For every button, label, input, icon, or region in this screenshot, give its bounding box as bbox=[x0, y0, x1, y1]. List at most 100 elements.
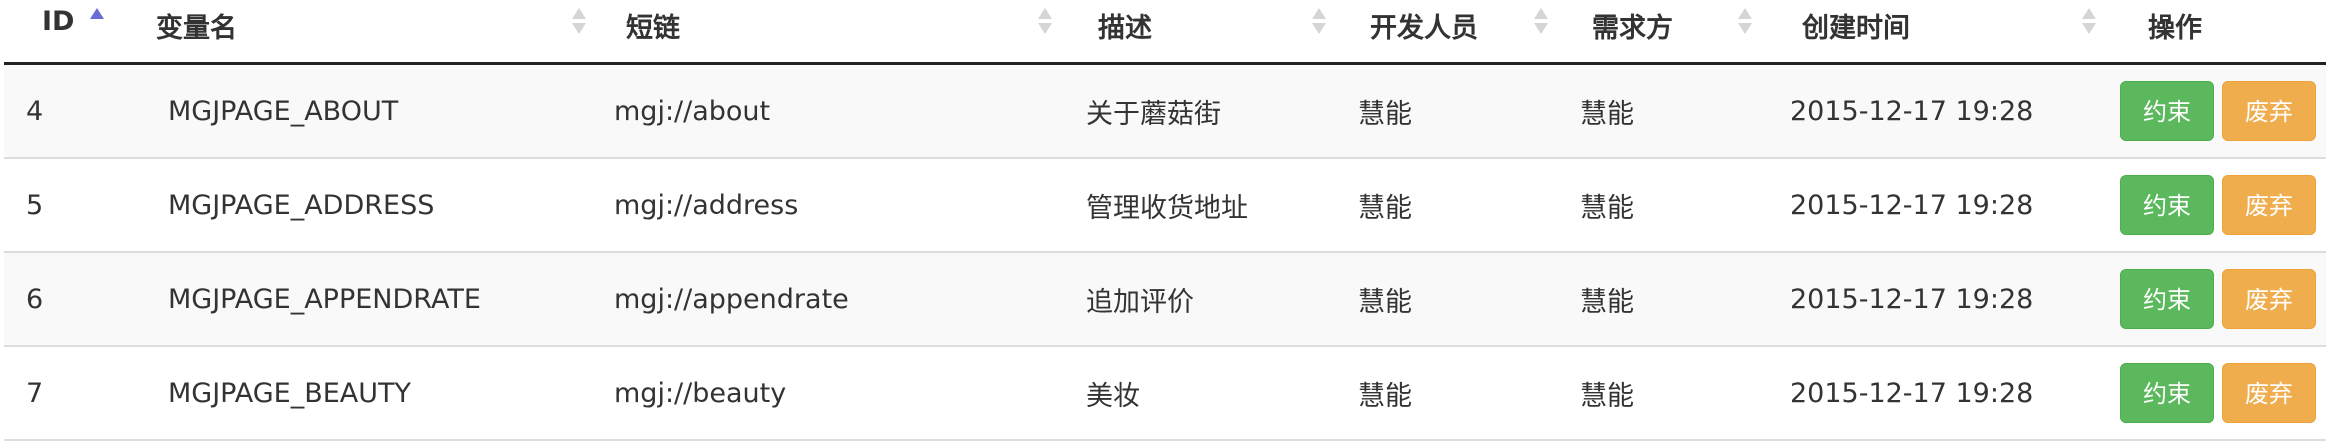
cell-short-link: mgj://about bbox=[604, 63, 1076, 159]
cell-requester: 慧能 bbox=[1570, 252, 1780, 347]
cell-text: MGJPAGE_ADDRESS bbox=[168, 189, 435, 221]
cell-description: 追加评价 bbox=[1076, 252, 1348, 347]
sort-icon[interactable] bbox=[572, 4, 586, 40]
cell-created-time: 2015-12-17 19:28 bbox=[1780, 158, 2114, 253]
cell-id: 7 bbox=[4, 346, 134, 441]
cell-text: mgj://beauty bbox=[614, 377, 787, 409]
constrain-button[interactable]: 约束 bbox=[2120, 363, 2214, 423]
cell-description: 美妆 bbox=[1076, 346, 1348, 441]
sort-icon[interactable] bbox=[1312, 4, 1326, 40]
cell-id: 4 bbox=[4, 63, 134, 159]
cell-text: 2015-12-17 19:28 bbox=[1790, 283, 2034, 315]
cell-text: 关于蘑菇街 bbox=[1086, 98, 1221, 130]
column-header-operations: 操作 bbox=[2114, 0, 2326, 65]
column-header-label: 描述 bbox=[1098, 13, 1152, 44]
table-header: ID 变量名 短链 描述 开发人员 需求方 创建时间 操作 bbox=[4, 0, 2326, 65]
discard-button[interactable]: 废弃 bbox=[2222, 81, 2316, 141]
column-header-label: ID bbox=[42, 6, 75, 37]
cell-variable-name: MGJPAGE_BEAUTY bbox=[134, 346, 604, 441]
cell-variable-name: MGJPAGE_ABOUT bbox=[134, 63, 604, 159]
cell-text: 慧能 bbox=[1580, 192, 1634, 224]
table-row: 4 MGJPAGE_ABOUT mgj://about 关于蘑菇街 慧能 慧能 … bbox=[4, 63, 2326, 159]
column-header-description[interactable]: 描述 bbox=[1076, 0, 1348, 65]
cell-id: 5 bbox=[4, 158, 134, 253]
cell-text: MGJPAGE_APPENDRATE bbox=[168, 283, 481, 315]
column-header-label: 变量名 bbox=[156, 13, 237, 44]
cell-text: 5 bbox=[26, 189, 44, 221]
cell-operations: 约束 废弃 bbox=[2114, 252, 2326, 347]
cell-text: mgj://appendrate bbox=[614, 283, 849, 315]
discard-button[interactable]: 废弃 bbox=[2222, 269, 2316, 329]
cell-text: 2015-12-17 19:28 bbox=[1790, 95, 2034, 127]
constrain-button[interactable]: 约束 bbox=[2120, 175, 2214, 235]
cell-text: 7 bbox=[26, 377, 44, 409]
sort-icon[interactable] bbox=[1038, 4, 1052, 40]
column-header-label: 短链 bbox=[626, 13, 680, 44]
sort-icon[interactable] bbox=[2082, 4, 2096, 40]
cell-text: mgj://about bbox=[614, 95, 771, 127]
column-header-variable-name[interactable]: 变量名 bbox=[134, 0, 604, 65]
header-row: ID 变量名 短链 描述 开发人员 需求方 创建时间 操作 bbox=[4, 0, 2326, 65]
cell-operations: 约束 废弃 bbox=[2114, 346, 2326, 441]
sort-icon[interactable] bbox=[1738, 4, 1752, 40]
column-header-short-link[interactable]: 短链 bbox=[604, 0, 1076, 65]
table-row: 6 MGJPAGE_APPENDRATE mgj://appendrate 追加… bbox=[4, 252, 2326, 347]
cell-text: 6 bbox=[26, 283, 44, 315]
data-table-container: ID 变量名 短链 描述 开发人员 需求方 创建时间 操作 4 MGJPAGE_… bbox=[0, 0, 2330, 444]
cell-text: 慧能 bbox=[1358, 192, 1412, 224]
cell-variable-name: MGJPAGE_ADDRESS bbox=[134, 158, 604, 253]
column-header-created-time[interactable]: 创建时间 bbox=[1780, 0, 2114, 65]
cell-developer: 慧能 bbox=[1348, 63, 1570, 159]
cell-created-time: 2015-12-17 19:28 bbox=[1780, 252, 2114, 347]
sort-icon[interactable] bbox=[1534, 4, 1548, 40]
column-header-developer[interactable]: 开发人员 bbox=[1348, 0, 1570, 65]
cell-operations: 约束 废弃 bbox=[2114, 158, 2326, 253]
cell-id: 6 bbox=[4, 252, 134, 347]
column-header-label: 操作 bbox=[2148, 13, 2202, 44]
constrain-button[interactable]: 约束 bbox=[2120, 269, 2214, 329]
cell-description: 管理收货地址 bbox=[1076, 158, 1348, 253]
cell-variable-name: MGJPAGE_APPENDRATE bbox=[134, 252, 604, 347]
column-header-id[interactable]: ID bbox=[4, 0, 134, 65]
page-variables-table: ID 变量名 短链 描述 开发人员 需求方 创建时间 操作 4 MGJPAGE_… bbox=[4, 0, 2326, 441]
table-body: 4 MGJPAGE_ABOUT mgj://about 关于蘑菇街 慧能 慧能 … bbox=[4, 63, 2326, 441]
cell-text: 2015-12-17 19:28 bbox=[1790, 377, 2034, 409]
cell-short-link: mgj://beauty bbox=[604, 346, 1076, 441]
cell-text: MGJPAGE_ABOUT bbox=[168, 95, 399, 127]
table-row: 5 MGJPAGE_ADDRESS mgj://address 管理收货地址 慧… bbox=[4, 158, 2326, 253]
cell-developer: 慧能 bbox=[1348, 158, 1570, 253]
cell-description: 关于蘑菇街 bbox=[1076, 63, 1348, 159]
column-header-requester[interactable]: 需求方 bbox=[1570, 0, 1780, 65]
cell-created-time: 2015-12-17 19:28 bbox=[1780, 63, 2114, 159]
cell-text: 慧能 bbox=[1580, 98, 1634, 130]
discard-button[interactable]: 废弃 bbox=[2222, 175, 2316, 235]
column-header-label: 需求方 bbox=[1592, 13, 1673, 44]
cell-text: 管理收货地址 bbox=[1086, 192, 1248, 224]
cell-text: 慧能 bbox=[1580, 380, 1634, 412]
cell-short-link: mgj://address bbox=[604, 158, 1076, 253]
cell-operations: 约束 废弃 bbox=[2114, 63, 2326, 159]
cell-text: 慧能 bbox=[1358, 380, 1412, 412]
cell-short-link: mgj://appendrate bbox=[604, 252, 1076, 347]
column-header-label: 创建时间 bbox=[1802, 13, 1910, 44]
cell-created-time: 2015-12-17 19:28 bbox=[1780, 346, 2114, 441]
cell-text: 2015-12-17 19:28 bbox=[1790, 189, 2034, 221]
cell-text: MGJPAGE_BEAUTY bbox=[168, 377, 412, 409]
cell-text: 4 bbox=[26, 95, 44, 127]
cell-developer: 慧能 bbox=[1348, 252, 1570, 347]
cell-requester: 慧能 bbox=[1570, 63, 1780, 159]
discard-button[interactable]: 废弃 bbox=[2222, 363, 2316, 423]
cell-text: 慧能 bbox=[1358, 98, 1412, 130]
cell-text: 慧能 bbox=[1358, 286, 1412, 318]
cell-text: 追加评价 bbox=[1086, 286, 1194, 318]
table-row: 7 MGJPAGE_BEAUTY mgj://beauty 美妆 慧能 慧能 2… bbox=[4, 346, 2326, 441]
cell-text: 慧能 bbox=[1580, 286, 1634, 318]
column-header-label: 开发人员 bbox=[1370, 13, 1478, 44]
cell-requester: 慧能 bbox=[1570, 346, 1780, 441]
cell-developer: 慧能 bbox=[1348, 346, 1570, 441]
constrain-button[interactable]: 约束 bbox=[2120, 81, 2214, 141]
sort-asc-icon[interactable] bbox=[90, 4, 104, 40]
cell-text: mgj://address bbox=[614, 189, 799, 221]
cell-text: 美妆 bbox=[1086, 380, 1140, 412]
cell-requester: 慧能 bbox=[1570, 158, 1780, 253]
